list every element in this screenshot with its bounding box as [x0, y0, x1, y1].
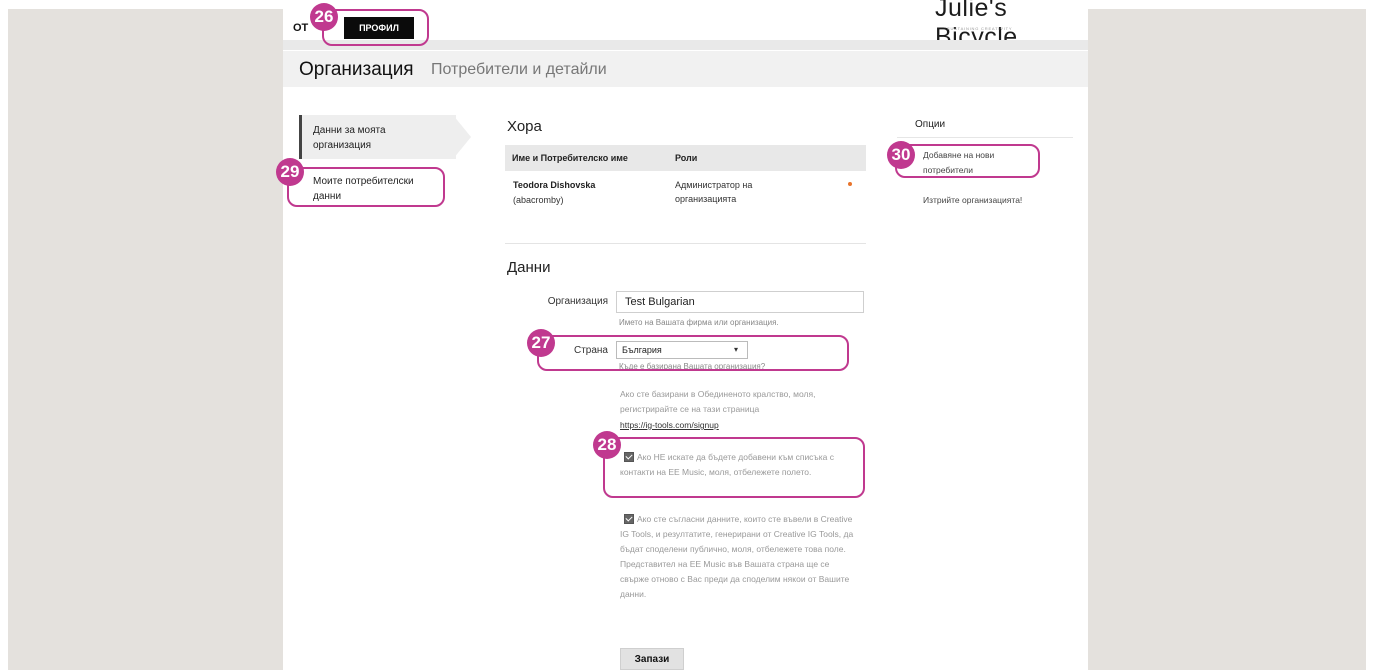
save-button[interactable]: Запази: [620, 648, 684, 670]
title-bar: Организация Потребители и детайли: [283, 51, 1088, 87]
callout-add-users-frame: [895, 144, 1040, 178]
callout-user-data-frame: [287, 167, 445, 207]
people-table-header: Име и Потребителско име Роли: [505, 145, 866, 171]
page: ОТ ПРОФИЛ Julie's Bicycle SUSTAINING CRE…: [276, 0, 1088, 670]
user-role: Администратор на организацията: [675, 180, 753, 204]
callout-profile-frame: [322, 9, 429, 46]
callout-badge-27: 27: [527, 329, 555, 357]
organisation-input[interactable]: Test Bulgarian: [616, 291, 864, 313]
callout-badge-30: 30: [887, 141, 915, 169]
sidebar-item-organisation-label[interactable]: Данни за моята организация: [313, 123, 443, 153]
sidebar-active-arrow: [453, 115, 471, 159]
options-heading: Опции: [915, 119, 946, 130]
divider: [505, 243, 866, 244]
organisation-label: Организация: [547, 296, 608, 307]
user-name: Teodora Dishovska: [513, 180, 596, 190]
options-divider: [897, 137, 1073, 138]
column-roles: Роли: [675, 153, 698, 163]
user-username: (abacromby): [513, 195, 564, 205]
role-indicator-dot[interactable]: [848, 182, 852, 186]
callout-checkbox-frame: [603, 437, 865, 498]
logo-tagline: SUSTAINING CREATIVITY: [947, 26, 1013, 31]
people-heading: Хора: [507, 118, 542, 135]
signup-link[interactable]: https://ig-tools.com/signup: [620, 420, 719, 430]
delete-organisation-link[interactable]: Изтрийте организацията!: [923, 193, 1022, 208]
brand-prefix: ОТ: [293, 22, 309, 34]
callout-badge-26: 26: [310, 3, 338, 31]
organisation-input-value: Test Bulgarian: [625, 296, 695, 308]
details-heading: Данни: [507, 259, 551, 276]
callout-country-frame: [537, 335, 849, 371]
organisation-hint: Името на Вашата фирма или организация.: [619, 318, 779, 327]
uk-note: Ако сте базирани в Обединеното кралство,…: [620, 389, 816, 414]
page-title: Организация: [299, 59, 414, 80]
page-subtitle: Потребители и детайли: [431, 61, 607, 78]
callout-badge-29: 29: [276, 158, 304, 186]
share-data-text: Ако сте съгласни данните, които сте въве…: [620, 514, 854, 599]
column-name: Име и Потребителско име: [512, 153, 628, 163]
callout-badge-28: 28: [593, 431, 621, 459]
